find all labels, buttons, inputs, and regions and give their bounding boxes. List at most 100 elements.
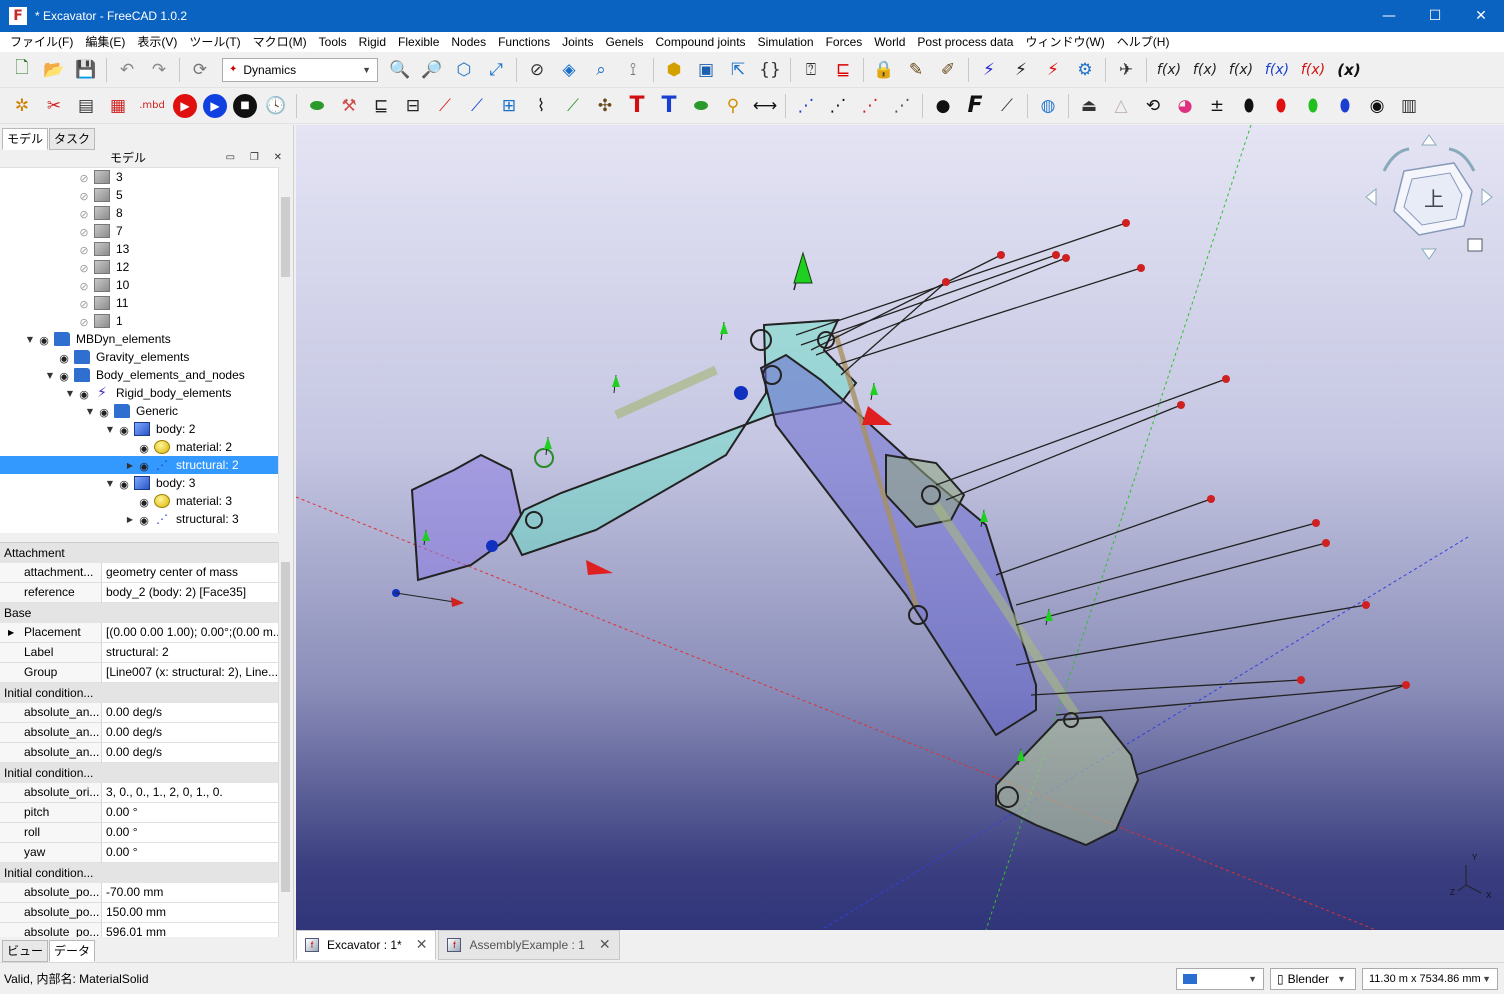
property-value[interactable]: geometry center of mass <box>102 563 278 583</box>
eye-hidden-icon[interactable]: ⊘ <box>76 172 92 185</box>
axial-rotation-icon[interactable]: ⟋ <box>560 93 586 119</box>
link-icon[interactable]: ⇱ <box>725 57 751 83</box>
close-icon[interactable]: ✕ <box>416 937 428 953</box>
property-row[interactable]: pitch 0.00 ° <box>0 803 278 823</box>
plane-icon[interactable]: ✈ <box>1113 57 1139 83</box>
menu-forces[interactable]: Forces <box>820 32 869 52</box>
structural-node-gray-icon[interactable]: ⋰ <box>889 93 915 119</box>
settings-gear-icon[interactable]: ⚙ <box>1072 57 1098 83</box>
property-group[interactable]: Initial condition... <box>0 763 278 783</box>
property-row[interactable]: roll 0.00 ° <box>0 823 278 843</box>
tree-item[interactable]: ⊘ 10 <box>0 276 278 294</box>
chevron-right-icon[interactable]: ▶ <box>8 628 14 637</box>
triangle-icon[interactable]: △ <box>1108 93 1134 119</box>
mbd-file-button[interactable]: .mbd <box>137 93 167 119</box>
deformable-joint-icon[interactable]: ⚲ <box>720 93 746 119</box>
chevron-down-icon[interactable]: ▼ <box>104 425 116 434</box>
node-green-icon[interactable]: ⬬ <box>304 93 330 119</box>
eye-icon[interactable]: ◉ <box>56 370 72 383</box>
tab-view[interactable]: ビュー <box>2 940 49 962</box>
chevron-down-icon[interactable]: ▼ <box>104 479 116 488</box>
total-joint-icon[interactable]: T <box>624 93 650 119</box>
tree-item[interactable]: ▼ ◉ Generic <box>0 402 278 420</box>
model-tree[interactable]: ⊘ 3 ⊘ 5 ⊘ 8 ⊘ 7 ⊘ 13 ⊘ 12 ⊘ 10 ⊘ 11 ⊘ 1 ▼ ◉ MBDyn_elements ◉ G… <box>0 167 278 533</box>
tree-item[interactable]: ⊘ 11 <box>0 294 278 312</box>
property-row[interactable]: absolute_po... -70.00 mm <box>0 883 278 903</box>
menu-genels[interactable]: Genels <box>599 32 649 52</box>
apple-gravity-icon[interactable]: ● <box>930 93 956 119</box>
report-icon[interactable]: ▥ <box>1396 93 1422 119</box>
total-pin-joint-icon[interactable]: T <box>656 93 682 119</box>
scalar-function-icon[interactable]: f(x) <box>1154 57 1184 83</box>
camera-icon[interactable]: ⏏ <box>1076 93 1102 119</box>
reference-function-icon[interactable]: f(x) <box>1298 57 1328 83</box>
angular-velocity-icon[interactable]: ⬬ <box>688 93 714 119</box>
tree-item[interactable]: ▼ ◉ body: 3 <box>0 474 278 492</box>
tree-item[interactable]: ▼ ◉ body: 2 <box>0 420 278 438</box>
property-value[interactable]: 596.01 mm <box>102 923 278 937</box>
menu-post-process-data[interactable]: Post process data <box>911 32 1019 52</box>
tree-item[interactable]: ▼ ◉ MBDyn_elements <box>0 330 278 348</box>
plus-minus-icon[interactable]: ± <box>1204 93 1230 119</box>
menu-rigid[interactable]: Rigid <box>353 32 392 52</box>
eye-hidden-icon[interactable]: ⊘ <box>76 280 92 293</box>
template-function-icon[interactable]: f(x) <box>1226 57 1256 83</box>
fit-selection-icon[interactable]: 🔎 <box>419 57 445 83</box>
chevron-down-icon[interactable]: ▼ <box>24 335 36 344</box>
minimize-button[interactable]: — <box>1366 0 1412 32</box>
menu-edit[interactable]: 編集(E) <box>79 32 131 52</box>
menu-compound-joints[interactable]: Compound joints <box>650 32 752 52</box>
cycle-icon[interactable]: ⟲ <box>1140 93 1166 119</box>
eye-icon[interactable]: ◉ <box>136 460 152 473</box>
save-icon[interactable]: 💾 <box>73 57 99 83</box>
distance-joint-icon[interactable]: ⟷ <box>752 93 778 119</box>
structural-node-blue-icon[interactable]: ⋰ <box>793 93 819 119</box>
menu-world[interactable]: World <box>868 32 911 52</box>
chevron-right-icon[interactable]: ▶ <box>124 515 136 524</box>
history-icon[interactable]: 🕓 <box>263 93 289 119</box>
fit-all-icon[interactable]: 🔍 <box>387 57 413 83</box>
property-value[interactable]: 0.00 ° <box>102 823 278 843</box>
property-editor[interactable]: Attachment attachment... geometry center o… <box>0 542 278 937</box>
tab-data[interactable]: データ <box>49 940 96 962</box>
eye-icon[interactable]: ◉ <box>96 406 112 419</box>
property-group[interactable]: Base <box>0 603 278 623</box>
variable-icon[interactable]: (x) <box>1334 57 1364 83</box>
eye-hidden-icon[interactable]: ⊘ <box>76 190 92 203</box>
freecad-app-icon[interactable]: F <box>9 7 27 25</box>
mbdyn-tools-icon[interactable]: ✂ <box>41 93 67 119</box>
marker-blue-icon[interactable]: ⬮ <box>1332 93 1358 119</box>
chevron-down-icon[interactable]: ▼ <box>84 407 96 416</box>
eye-hidden-icon[interactable]: ⊘ <box>76 262 92 275</box>
string-function-icon[interactable]: f(x) <box>1262 57 1292 83</box>
menu-simulation[interactable]: Simulation <box>752 32 820 52</box>
prismatic-joint-icon[interactable]: ⟋ <box>464 93 490 119</box>
property-row[interactable]: absolute_po... 150.00 mm <box>0 903 278 923</box>
wrench-icon[interactable]: ⟋ <box>994 93 1020 119</box>
property-value[interactable]: structural: 2 <box>102 643 278 663</box>
property-group[interactable]: Initial condition... <box>0 863 278 883</box>
property-value[interactable]: -70.00 mm <box>102 883 278 903</box>
maximize-button[interactable]: ☐ <box>1412 0 1458 32</box>
marker-green-icon[interactable]: ⬮ <box>1300 93 1326 119</box>
property-row[interactable]: absolute_ori... 3, 0., 0., 1., 2, 0, 1., … <box>0 783 278 803</box>
pen-icon[interactable]: ✎ <box>903 57 929 83</box>
marker-red-icon[interactable]: ⬮ <box>1268 93 1294 119</box>
eye-icon[interactable]: ◉ <box>136 514 152 527</box>
box-zoom-icon[interactable]: ⤢ <box>483 57 509 83</box>
property-row[interactable]: Group [Line007 (x: structural: 2), Line..… <box>0 663 278 683</box>
tree-item[interactable]: ▶ ◉ ⋰ structural: 2 <box>0 456 278 474</box>
play-animation-icon[interactable]: ▶ <box>203 93 227 118</box>
property-group[interactable]: Attachment <box>0 543 278 563</box>
structural-node-red-icon[interactable]: ⋰ <box>857 93 883 119</box>
tree-item[interactable]: ◉ material: 2 <box>0 438 278 456</box>
tree-item[interactable]: ⊘ 3 <box>0 168 278 186</box>
workbench-selector[interactable]: ✦ Dynamics ▼ <box>222 57 378 82</box>
property-row[interactable]: attachment... geometry center of mass <box>0 563 278 583</box>
property-scrollbar[interactable] <box>278 542 292 937</box>
structural-node-black-icon[interactable]: ⋰ <box>825 93 851 119</box>
property-row[interactable]: yaw 0.00 ° <box>0 843 278 863</box>
mbdyn-start-icon[interactable]: ✲ <box>9 93 35 119</box>
open-document-icon[interactable]: 📂 <box>41 57 67 83</box>
eye-icon[interactable]: ◉ <box>76 388 92 401</box>
